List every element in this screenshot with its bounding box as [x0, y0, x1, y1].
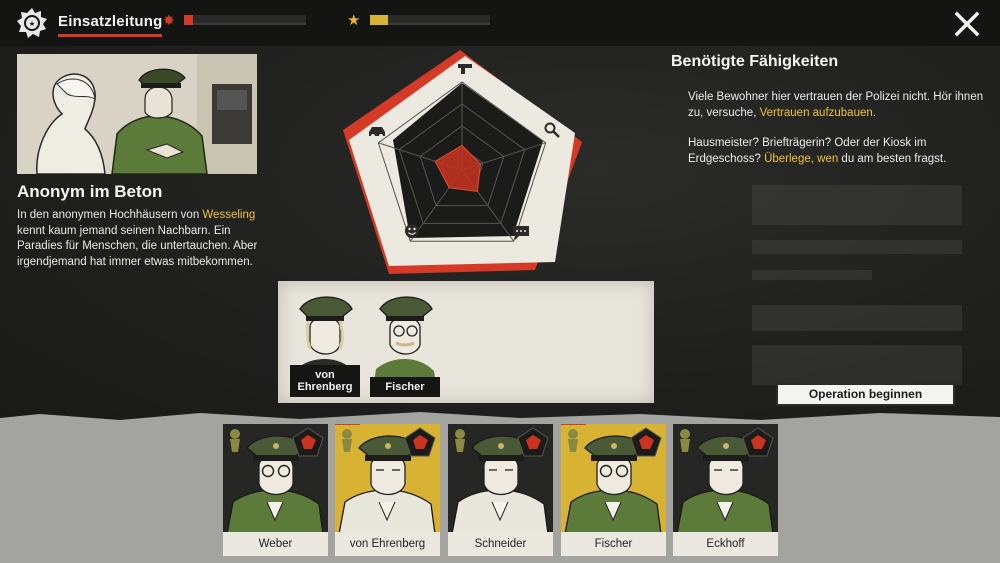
police-badge-icon: ★: [17, 8, 47, 38]
hint-end-2: du am besten fragst.: [838, 153, 947, 165]
case-desc-part1: In den anonymen Hochhäusern von: [17, 209, 203, 221]
lock-icon: [680, 429, 690, 452]
page-title: Einsatzleitung: [58, 13, 163, 37]
roster-card-weber[interactable]: Weber: [223, 424, 328, 556]
reputation-meter: [370, 15, 490, 25]
selected-marker: [335, 424, 360, 425]
roster-name-weber: Weber: [223, 532, 328, 556]
case-title: Anonym im Beton: [17, 182, 163, 201]
lock-icon: [568, 429, 578, 452]
roster-card-schneider[interactable]: Schneider: [448, 424, 553, 556]
background-ghost-panel: [742, 185, 972, 415]
trouble-meter: [184, 15, 306, 25]
team-name-von-ehrenberg: von Ehrenberg: [290, 365, 360, 397]
hint-paragraph-2: Hausmeister? Briefträgerin? Oder der Kio…: [688, 135, 988, 167]
roster-name-eckhoff: Eckhoff: [673, 532, 778, 556]
hint-highlight-2: Überlege, wen: [764, 153, 839, 165]
roster-name-von-ehrenberg: von Ehrenberg: [335, 532, 440, 556]
lock-icon: [455, 429, 465, 452]
reputation-meter-fill: [370, 15, 388, 25]
close-icon[interactable]: [954, 11, 980, 37]
hint-paragraph-1: Viele Bewohner hier vertrauen der Polize…: [688, 89, 988, 121]
roster-name-fischer: Fischer: [561, 532, 666, 556]
hint-highlight-1: Vertrauen aufzubauen: [759, 107, 873, 119]
mini-skill-radar: [404, 427, 436, 457]
mini-skill-radar: [517, 427, 549, 457]
roster-card-eckhoff[interactable]: Eckhoff: [673, 424, 778, 556]
roster-card-fischer[interactable]: Fischer: [561, 424, 666, 556]
lock-icon: [342, 429, 352, 452]
start-operation-button[interactable]: Operation beginnen: [776, 383, 955, 406]
team-slot-fischer[interactable]: Fischer: [366, 289, 444, 397]
top-bar: ★ Einsatzleitung ✸ ★: [0, 0, 1000, 46]
selected-marker: [561, 424, 586, 425]
fire-hazard-icon: ✸: [163, 12, 175, 28]
svg-text:★: ★: [29, 20, 35, 28]
case-desc-location: Wesseling: [202, 209, 256, 221]
skills-hint: Viele Bewohner hier vertrauen der Polize…: [688, 89, 988, 181]
smiley-icon: [405, 224, 419, 238]
case-desc-part2: kennt kaum jemand seinen Nachbarn. Ein P…: [17, 224, 258, 268]
skill-radar: [343, 50, 582, 274]
selected-team-card: von Ehrenberg Fischer: [278, 281, 654, 403]
lock-icon: [230, 429, 240, 452]
hint-end-1: .: [872, 107, 876, 119]
case-description: In den anonymen Hochhäusern von Wesselin…: [17, 208, 267, 270]
mini-skill-radar: [292, 427, 324, 457]
case-illustration: [17, 54, 257, 174]
trouble-meter-fill: [184, 15, 193, 25]
close-button[interactable]: [952, 9, 982, 39]
mini-skill-radar: [742, 427, 774, 457]
team-name-fischer: Fischer: [370, 377, 440, 397]
skills-title: Benötigte Fähigkeiten: [671, 53, 839, 70]
mini-skill-radar: [630, 427, 662, 457]
roster-name-schneider: Schneider: [448, 532, 553, 556]
team-slot-von-ehrenberg[interactable]: von Ehrenberg: [286, 289, 364, 397]
star-icon: ★: [347, 12, 361, 29]
roster-card-von-ehrenberg[interactable]: von Ehrenberg: [335, 424, 440, 556]
